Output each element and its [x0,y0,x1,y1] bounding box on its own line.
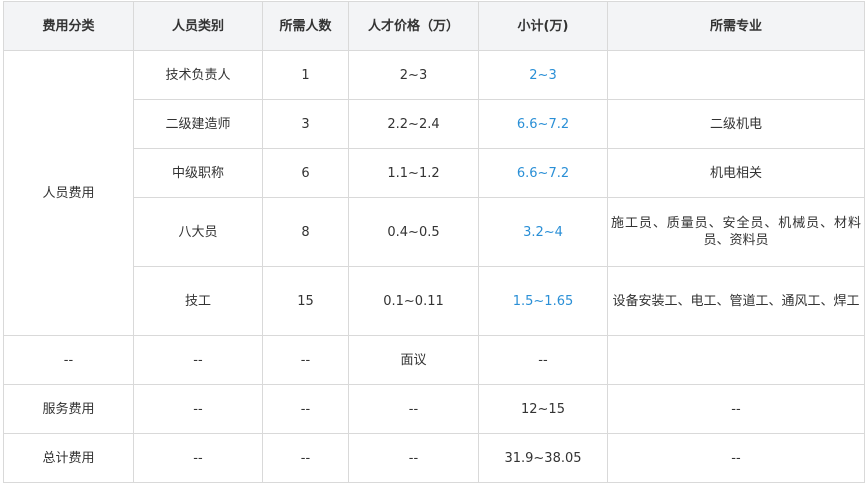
price-cell: 1.1~1.2 [348,148,479,198]
subtotal-cell: 31.9~38.05 [478,433,608,483]
price-cell: -- [348,433,479,483]
major-cell: 设备安装工、电工、管道工、通风工、焊工 [607,266,865,336]
personnel-type-cell: -- [133,433,263,483]
major-cell [607,50,865,100]
table-row: 服务费用 -- -- -- 12~15 -- [3,384,865,434]
major-cell: 施工员、质量员、安全员、机械员、材料员、资料员 [607,197,865,267]
major-cell: 机电相关 [607,148,865,198]
personnel-type-cell: 技工 [133,266,263,336]
header-personnel-type: 人员类别 [133,1,263,51]
table-row: 八大员 8 0.4~0.5 3.2~4 施工员、质量员、安全员、机械员、材料员、… [4,197,865,267]
subtotal-cell: 12~15 [478,384,608,434]
header-row: 费用分类 人员类别 所需人数 人才价格（万） 小计(万) 所需专业 [3,1,865,51]
category-personnel-cell: 人员费用 [3,50,134,336]
category-cell: -- [3,335,134,385]
table-row: 二级建造师 3 2.2~2.4 6.6~7.2 二级机电 [4,99,865,149]
headcount-cell: 6 [262,148,349,198]
header-headcount: 所需人数 [262,1,349,51]
personnel-type-cell: 八大员 [133,197,263,267]
price-cell: 2~3 [348,50,479,100]
headcount-cell: -- [262,384,349,434]
category-cell: 服务费用 [3,384,134,434]
headcount-cell: 3 [262,99,349,149]
major-cell: -- [607,433,865,483]
table-row: 中级职称 6 1.1~1.2 6.6~7.2 机电相关 [4,148,865,198]
price-cell: 面议 [348,335,479,385]
major-cell [607,335,865,385]
headcount-cell: -- [262,335,349,385]
price-cell: 0.4~0.5 [348,197,479,267]
personnel-type-cell: -- [133,335,263,385]
major-cell: 二级机电 [607,99,865,149]
table-row: 总计费用 -- -- -- 31.9~38.05 -- [3,433,865,483]
price-cell: -- [348,384,479,434]
subtotal-cell: -- [478,335,608,385]
table-row: -- -- -- 面议 -- [3,335,865,385]
table-row: 人员费用 技术负责人 1 2~3 2~3 [3,50,865,336]
personnel-type-cell: -- [133,384,263,434]
header-required-major: 所需专业 [607,1,865,51]
subtotal-cell: 1.5~1.65 [478,266,608,336]
subtotal-cell: 3.2~4 [478,197,608,267]
personnel-type-cell: 中级职称 [133,148,263,198]
price-cell: 0.1~0.11 [348,266,479,336]
personnel-type-cell: 技术负责人 [133,50,263,100]
table-row: 技工 15 0.1~0.11 1.5~1.65 设备安装工、电工、管道工、通风工… [4,266,865,336]
major-cell: -- [607,384,865,434]
cost-table: 费用分类 人员类别 所需人数 人才价格（万） 小计(万) 所需专业 人员费用 技… [3,1,865,483]
category-cell: 总计费用 [3,433,134,483]
price-cell: 2.2~2.4 [348,99,479,149]
header-talent-price: 人才价格（万） [348,1,479,51]
headcount-cell: 8 [262,197,349,267]
headcount-cell: 15 [262,266,349,336]
subtotal-cell: 6.6~7.2 [478,99,608,149]
headcount-cell: 1 [262,50,349,100]
personnel-type-cell: 二级建造师 [133,99,263,149]
header-cost-category: 费用分类 [3,1,134,51]
cost-table-container: 费用分类 人员类别 所需人数 人才价格（万） 小计(万) 所需专业 人员费用 技… [3,1,865,483]
headcount-cell: -- [262,433,349,483]
header-subtotal: 小计(万) [478,1,608,51]
subtotal-cell: 6.6~7.2 [478,148,608,198]
subtotal-cell: 2~3 [478,50,608,100]
